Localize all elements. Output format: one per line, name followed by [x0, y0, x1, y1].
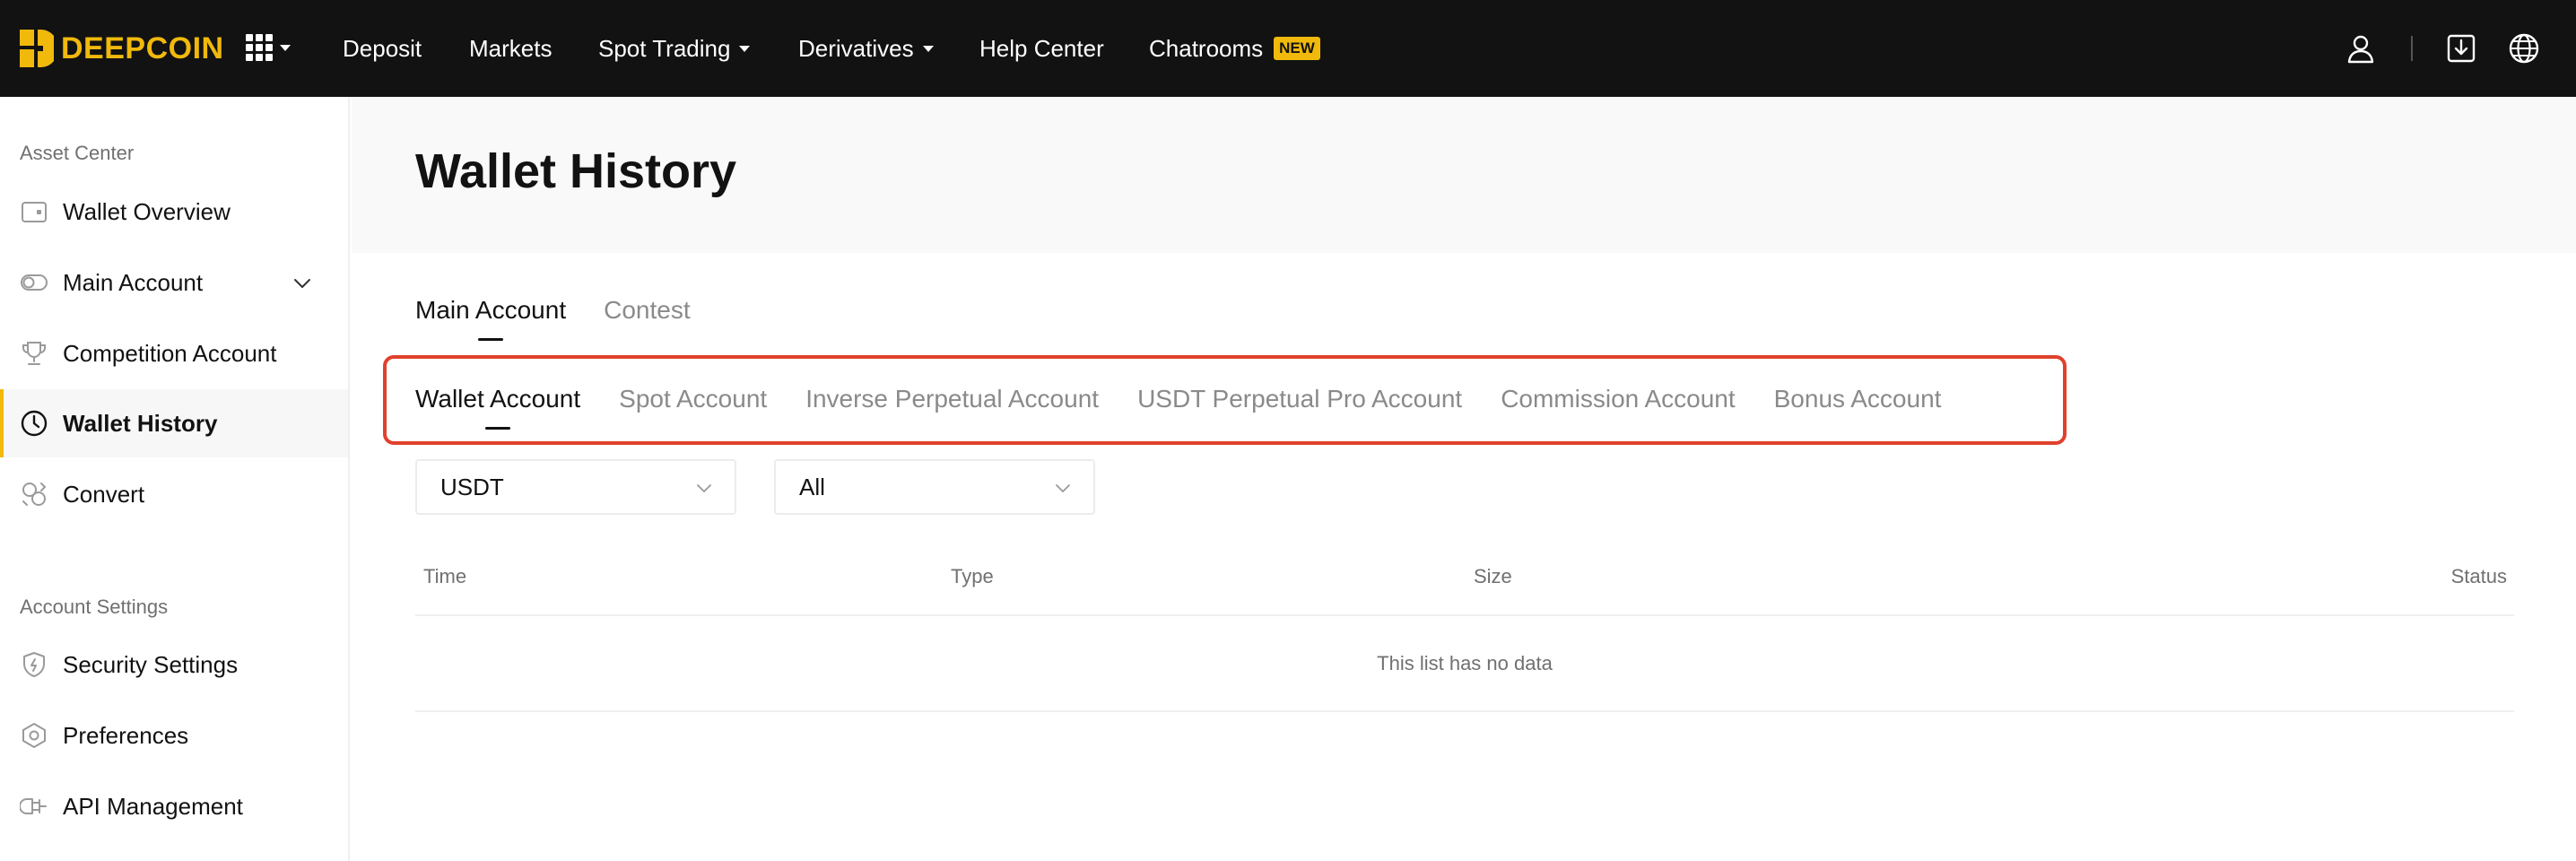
subtab-bonus-account[interactable]: Bonus Account — [1774, 385, 1942, 430]
tab-label: Wallet Account — [415, 385, 581, 413]
tab-label: Inverse Perpetual Account — [805, 385, 1100, 413]
chevron-down-icon — [697, 484, 711, 492]
divider — [2411, 36, 2413, 61]
subtab-commission-account[interactable]: Commission Account — [1501, 385, 1735, 430]
sidebar-item-main-account[interactable]: Main Account — [0, 248, 348, 317]
wallet-subtabs: Wallet Account Spot Account Inverse Perp… — [415, 385, 1941, 430]
column-header-status: Status — [2450, 565, 2507, 587]
clock-icon — [21, 410, 48, 437]
deepcoin-logo[interactable]: DEEPCOIN — [20, 30, 224, 67]
active-tab-indicator — [478, 338, 504, 341]
page-title: Wallet History — [415, 144, 737, 198]
nav-deposit[interactable]: Deposit — [343, 0, 422, 97]
brand-name: DEEPCOIN — [61, 30, 224, 65]
sidebar-item-api-management[interactable]: API Management — [0, 772, 348, 840]
tab-label: Main Account — [415, 296, 567, 324]
type-select[interactable]: All — [774, 459, 1095, 515]
sidebar-item-competition-account[interactable]: Competition Account — [0, 319, 348, 387]
sidebar-item-label: Wallet History — [63, 409, 218, 437]
sidebar-item-label: Convert — [63, 480, 145, 508]
subtab-wallet-account[interactable]: Wallet Account — [415, 385, 580, 430]
divider — [415, 614, 2514, 616]
tab-label: Commission Account — [1501, 385, 1736, 413]
top-navigation-bar: DEEPCOIN Deposit Markets Spot Trading De… — [0, 0, 2576, 97]
currency-select-value: USDT — [440, 473, 504, 500]
type-select-value: All — [799, 473, 825, 500]
sidebar-item-wallet-history[interactable]: Wallet History — [0, 389, 348, 457]
nav-label: Markets — [469, 34, 553, 62]
sidebar-item-label: Preferences — [63, 721, 189, 749]
toggle-icon — [21, 274, 48, 291]
account-tabs: Main Account Contest — [415, 296, 691, 341]
api-icon — [20, 798, 47, 814]
grid-icon — [246, 34, 273, 61]
nav-label: Chatrooms — [1149, 34, 1264, 62]
sidebar-item-label: Competition Account — [63, 339, 277, 367]
nav-label: Spot Trading — [598, 34, 731, 62]
empty-state-text: This list has no data — [1377, 652, 1553, 674]
sidebar-section-title: Asset Center — [20, 142, 135, 164]
caret-down-icon — [739, 45, 751, 52]
trophy-icon — [22, 342, 46, 365]
column-header-time: Time — [423, 565, 467, 587]
nav-label: Derivatives — [798, 34, 914, 62]
nav-derivatives[interactable]: Derivatives — [798, 0, 934, 97]
convert-icon — [22, 483, 47, 506]
tab-contest[interactable]: Contest — [604, 296, 691, 341]
sidebar-item-convert[interactable]: Convert — [0, 460, 348, 528]
user-icon[interactable] — [2345, 32, 2377, 65]
sidebar-item-security-settings[interactable]: Security Settings — [0, 631, 348, 699]
subtab-spot-account[interactable]: Spot Account — [619, 385, 767, 430]
divider — [415, 710, 2514, 712]
tab-label: USDT Perpetual Pro Account — [1137, 385, 1463, 413]
shield-icon — [23, 652, 45, 677]
new-badge: NEW — [1274, 37, 1320, 60]
sidebar-section-title: Account Settings — [20, 596, 169, 618]
column-header-type: Type — [951, 565, 994, 587]
download-icon[interactable] — [2445, 32, 2477, 65]
globe-icon[interactable] — [2508, 32, 2540, 65]
tab-label: Bonus Account — [1773, 385, 1942, 413]
subtab-inverse-perpetual-account[interactable]: Inverse Perpetual Account — [805, 385, 1099, 430]
hexagon-icon — [22, 723, 46, 748]
nav-label: Help Center — [979, 34, 1104, 62]
chevron-down-icon — [1056, 484, 1070, 492]
nav-help-center[interactable]: Help Center — [979, 0, 1104, 97]
nav-label: Deposit — [343, 34, 422, 62]
tab-main-account[interactable]: Main Account — [415, 296, 566, 341]
sidebar-item-label: Wallet Overview — [63, 197, 231, 225]
sidebar-item-wallet-overview[interactable]: Wallet Overview — [0, 178, 348, 246]
sidebar-item-label: Main Account — [63, 268, 204, 296]
tab-label: Spot Account — [619, 385, 768, 413]
active-tab-indicator — [485, 427, 511, 430]
sidebar-item-preferences[interactable]: Preferences — [0, 701, 348, 770]
column-header-size: Size — [1474, 565, 1512, 587]
apps-menu-button[interactable] — [246, 34, 291, 61]
wallet-icon — [22, 202, 47, 222]
table-header: Time Type Size Status — [415, 565, 2514, 615]
chevron-down-icon[interactable] — [292, 274, 312, 293]
tab-label: Contest — [604, 296, 691, 324]
nav-chatrooms[interactable]: Chatrooms NEW — [1149, 0, 1320, 97]
sidebar: Asset Center Wallet Overview Main Accoun… — [0, 97, 350, 861]
caret-down-icon — [922, 45, 934, 52]
sidebar-item-label: Security Settings — [63, 650, 239, 678]
nav-markets[interactable]: Markets — [469, 0, 552, 97]
nav-spot-trading[interactable]: Spot Trading — [598, 0, 751, 97]
currency-select[interactable]: USDT — [415, 459, 736, 515]
sidebar-item-label: API Management — [63, 792, 243, 820]
caret-down-icon — [280, 44, 291, 51]
subtab-usdt-perpetual-pro-account[interactable]: USDT Perpetual Pro Account — [1137, 385, 1462, 430]
deepcoin-logo-icon — [20, 30, 54, 67]
